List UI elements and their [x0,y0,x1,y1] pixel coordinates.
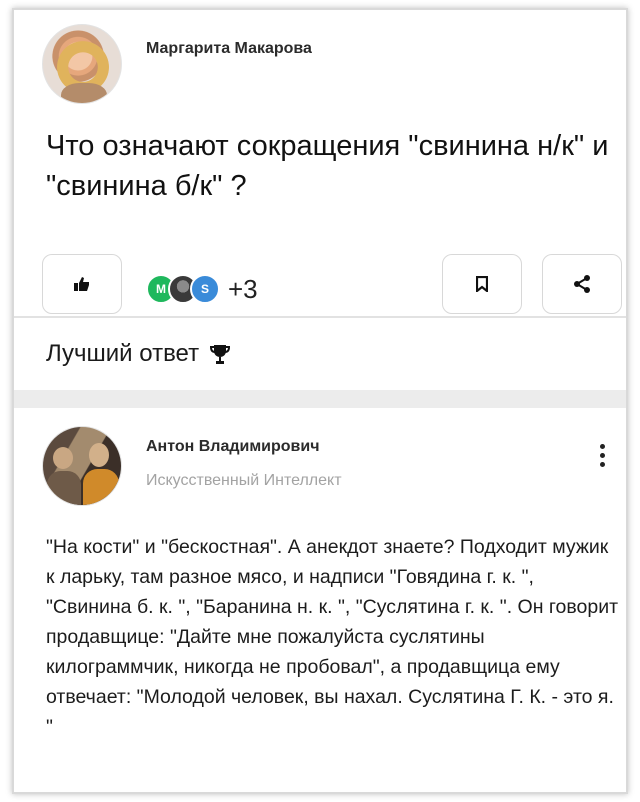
question-title: Что означают сокращения "свинина н/к" и … [46,130,609,202]
extra-voters-count: +3 [228,273,258,304]
best-answer-heading: Лучший ответ [46,340,231,368]
bookmark-button[interactable] [442,254,522,314]
answer-author-avatar[interactable] [42,426,122,506]
voters-list[interactable]: М S +3 [146,272,258,306]
answer-author-role: Искусственный Интеллект [146,472,342,489]
more-dot-icon [599,452,605,458]
question-card: Маргарита Макарова Что означают сокращен… [14,10,626,318]
thumbs-up-icon [74,277,89,291]
question-author-name[interactable]: Маргарита Макарова [146,40,312,58]
more-dot-icon [599,443,605,449]
best-answer-label: Лучший ответ [46,340,200,367]
share-icon [574,275,590,293]
screenshot-frame: Маргарита Макарова Что означают сокращен… [12,8,628,794]
divider [14,316,626,318]
answer-text: "На кости" и "бескостная". А анекдот зна… [46,536,619,738]
question-author-avatar[interactable] [42,24,122,104]
answer-author-name[interactable]: Антон Владимирович [146,438,320,456]
like-button[interactable] [42,254,122,314]
more-dot-icon [599,461,605,467]
trophy-icon [210,345,231,364]
share-button[interactable] [542,254,622,314]
voter-avatar: S [190,274,220,304]
more-options-button[interactable] [592,440,612,470]
bookmark-icon [476,276,488,292]
section-separator [14,390,626,408]
question-actions: М S +3 [14,246,626,316]
